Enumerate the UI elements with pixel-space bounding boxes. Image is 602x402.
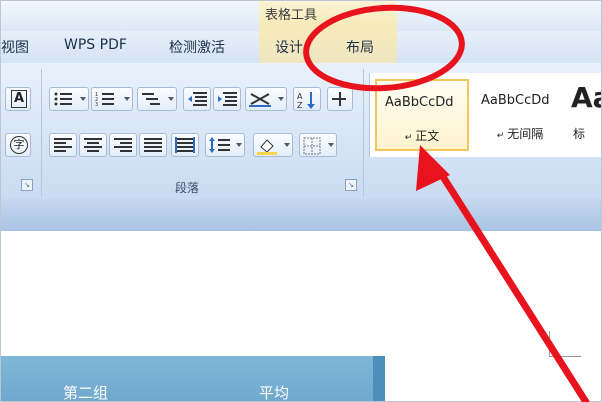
paragraph-group-launcher[interactable]: ↘ [345,179,357,191]
distributed-icon [175,137,195,153]
chinese-layout-button[interactable] [245,87,287,111]
tab-layout[interactable]: 布局 [346,37,374,57]
svg-text:Z: Z [297,101,303,109]
style-sample: AaBbCcDd [481,93,550,108]
line-spacing-icon [209,137,230,153]
style-sample: AaBbCcDd [385,95,454,110]
style-name: 标 [573,127,586,141]
border-grid-icon [303,137,321,155]
numbering-icon: 1 2 3 [95,92,114,107]
context-tab-title: 表格工具 [265,8,318,23]
svg-text:A: A [297,92,303,101]
style-sample: Aa [571,81,601,114]
distributed-button[interactable] [171,133,199,157]
margin-corner-mark [549,356,581,357]
paint-bucket-icon [257,139,277,155]
sort-icon: AZ [297,92,315,109]
justify-button[interactable] [139,133,167,157]
align-left-button[interactable] [49,133,77,157]
align-center-button[interactable] [79,133,107,157]
style-heading[interactable]: Aa 标 [569,79,601,151]
bullets-button[interactable] [49,87,89,111]
table-cell-border [373,356,385,401]
shading-button[interactable] [253,133,293,157]
align-right-icon [114,138,132,152]
sort-button[interactable]: AZ [293,87,321,111]
justify-icon [144,138,162,152]
tab-design[interactable]: 设计 [275,37,303,57]
group-separator [41,69,42,197]
decrease-indent-icon [188,92,207,106]
show-marks-button[interactable] [327,87,353,111]
font-group-launcher[interactable]: ↘ [21,179,33,191]
align-right-button[interactable] [109,133,137,157]
align-center-icon [84,138,102,152]
paragraph-group-label: 段落 [175,181,200,195]
enclose-char-button[interactable]: 字 [5,133,31,157]
enclose-char-icon: 字 [10,136,28,154]
bullets-icon [54,92,72,106]
borders-button[interactable] [299,133,337,157]
align-left-icon [54,138,72,152]
increase-indent-icon [218,92,237,106]
style-name: ↵ 无间隔 [496,127,544,141]
tab-activation[interactable]: 检测激活 [169,37,225,57]
ribbon-footer-bar [1,199,601,232]
table-cell[interactable]: 第二组 [63,382,108,401]
style-normal[interactable]: AaBbCcDd ↵ 正文 [375,79,469,151]
svg-text:3: 3 [95,102,98,107]
char-border-button[interactable]: A [5,87,31,111]
paragraph-mark-icon [332,92,346,106]
style-no-spacing[interactable]: AaBbCcDd ↵ 无间隔 [473,79,567,151]
increase-indent-button[interactable] [213,87,241,111]
window-frame: 表格工具 视图 WPS PDF 检测激活 设计 布局 A 字 ↘ 1 2 3 A… [0,0,602,402]
chinese-layout-icon [249,93,271,107]
tab-wps-pdf[interactable]: WPS PDF [64,37,127,53]
decrease-indent-button[interactable] [183,87,211,111]
line-spacing-button[interactable] [205,133,245,157]
group-separator [363,69,364,197]
margin-corner-mark [549,331,550,357]
multilevel-list-icon [142,93,160,105]
style-name: ↵ 正文 [404,129,440,143]
char-border-icon: A [11,90,27,108]
tab-view[interactable]: 视图 [1,37,29,57]
numbering-button[interactable]: 1 2 3 [91,87,133,111]
table-header-row[interactable] [1,356,385,401]
table-cell[interactable]: 平均 [259,382,289,401]
multilevel-list-button[interactable] [137,87,177,111]
